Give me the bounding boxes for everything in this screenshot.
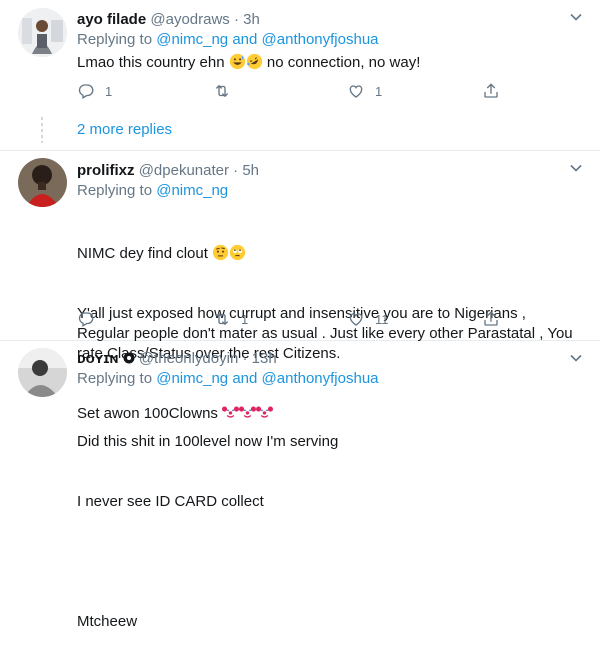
tweet-line: I never see ID CARD collect: [77, 493, 264, 510]
avatar[interactable]: [18, 158, 67, 207]
tweet-actions: 1 1: [77, 81, 507, 101]
retweet-button[interactable]: [213, 81, 241, 101]
timestamp[interactable]: 5h: [242, 162, 259, 179]
handle[interactable]: @dpekunater: [139, 162, 229, 179]
share-icon: [482, 82, 500, 100]
mention-link[interactable]: @nimc_ng: [156, 370, 228, 387]
tweet-line: Did this shit in 100level now I'm servin…: [77, 433, 339, 450]
timestamp[interactable]: 3h: [243, 11, 260, 28]
retweet-button[interactable]: 1: [213, 309, 248, 329]
like-icon: [347, 82, 365, 100]
separator: ·: [233, 11, 239, 28]
tweet-dpekunater[interactable]: prolifixz @dpekunater · 5h Replying to @…: [0, 150, 600, 422]
tweet-line: Mtcheew: [77, 613, 138, 630]
tweet-text-part: Lmao this country ehn: [77, 54, 229, 71]
tweet-text: Lmao this country ehn no connection, no …: [77, 53, 590, 73]
replying-label: Replying to: [77, 370, 153, 387]
grinning-sweat-emoji: [229, 53, 246, 70]
like-button[interactable]: 11: [347, 309, 389, 329]
like-button[interactable]: 1: [347, 81, 382, 101]
rolling-laughing-emoji: [246, 53, 263, 70]
tweet-theonlydoyin[interactable]: ᴅᴏʏɪɴ @theonlydoyin · 13h Replying to @n…: [0, 340, 600, 630]
replying-to: Replying to @nimc_ng and @anthonyfjoshua: [77, 369, 590, 389]
mention-link[interactable]: and: [232, 370, 257, 387]
eye-roll-emoji: [229, 244, 246, 261]
more-replies-link[interactable]: 2 more replies: [77, 121, 172, 138]
share-button[interactable]: [482, 81, 500, 101]
thread-line: [41, 117, 43, 143]
replying-to: Replying to @nimc_ng and @anthonyfjoshua: [77, 30, 590, 50]
display-name[interactable]: prolifixz: [77, 162, 135, 179]
tweet-text: Did this shit in 100level now I'm servin…: [77, 392, 590, 672]
like-icon: [347, 310, 365, 328]
separator: ·: [242, 350, 248, 367]
reply-icon: [77, 82, 95, 100]
retweet-icon: [213, 82, 231, 100]
reply-icon: [77, 310, 95, 328]
mention-link[interactable]: and: [232, 31, 257, 48]
display-name[interactable]: ᴅᴏʏɪɴ: [77, 350, 119, 367]
reply-button[interactable]: [77, 309, 105, 329]
replying-label: Replying to: [77, 31, 153, 48]
mention-link[interactable]: @anthonyfjoshua: [262, 31, 379, 48]
mention-link[interactable]: @anthonyfjoshua: [262, 370, 379, 387]
avatar[interactable]: [18, 348, 67, 397]
tweet-actions: 1 11: [77, 309, 507, 329]
separator: ·: [233, 162, 239, 179]
reply-count: 1: [105, 83, 113, 99]
like-count: 1: [375, 83, 383, 99]
handle[interactable]: @ayodraws: [150, 11, 229, 28]
share-icon: [482, 310, 500, 328]
tweet-line: NIMC dey find clout: [77, 244, 582, 264]
avatar[interactable]: [18, 8, 67, 57]
replying-label: Replying to: [77, 182, 153, 199]
tweet-ayodraws[interactable]: ayo filade @ayodraws · 3h Replying to @n…: [0, 0, 600, 151]
replying-to: Replying to @nimc_ng: [77, 181, 590, 201]
tweet-text-part: NIMC dey find clout: [77, 245, 208, 262]
mention-link[interactable]: @nimc_ng: [156, 31, 228, 48]
face-with-raised-eyebrow-emoji: [212, 244, 229, 261]
reply-button[interactable]: 1: [77, 81, 112, 101]
handle[interactable]: @theonlydoyin: [139, 350, 238, 367]
retweet-icon: [213, 310, 231, 328]
tweet-text-part: no connection, no way!: [262, 54, 421, 71]
display-name[interactable]: ayo filade: [77, 11, 146, 28]
share-button[interactable]: [482, 309, 500, 329]
retweet-count: 1: [241, 311, 249, 327]
mention-link[interactable]: @nimc_ng: [156, 182, 228, 199]
badge-icon: [123, 352, 135, 364]
like-count: 11: [375, 311, 389, 327]
timestamp[interactable]: 13h: [252, 350, 277, 367]
